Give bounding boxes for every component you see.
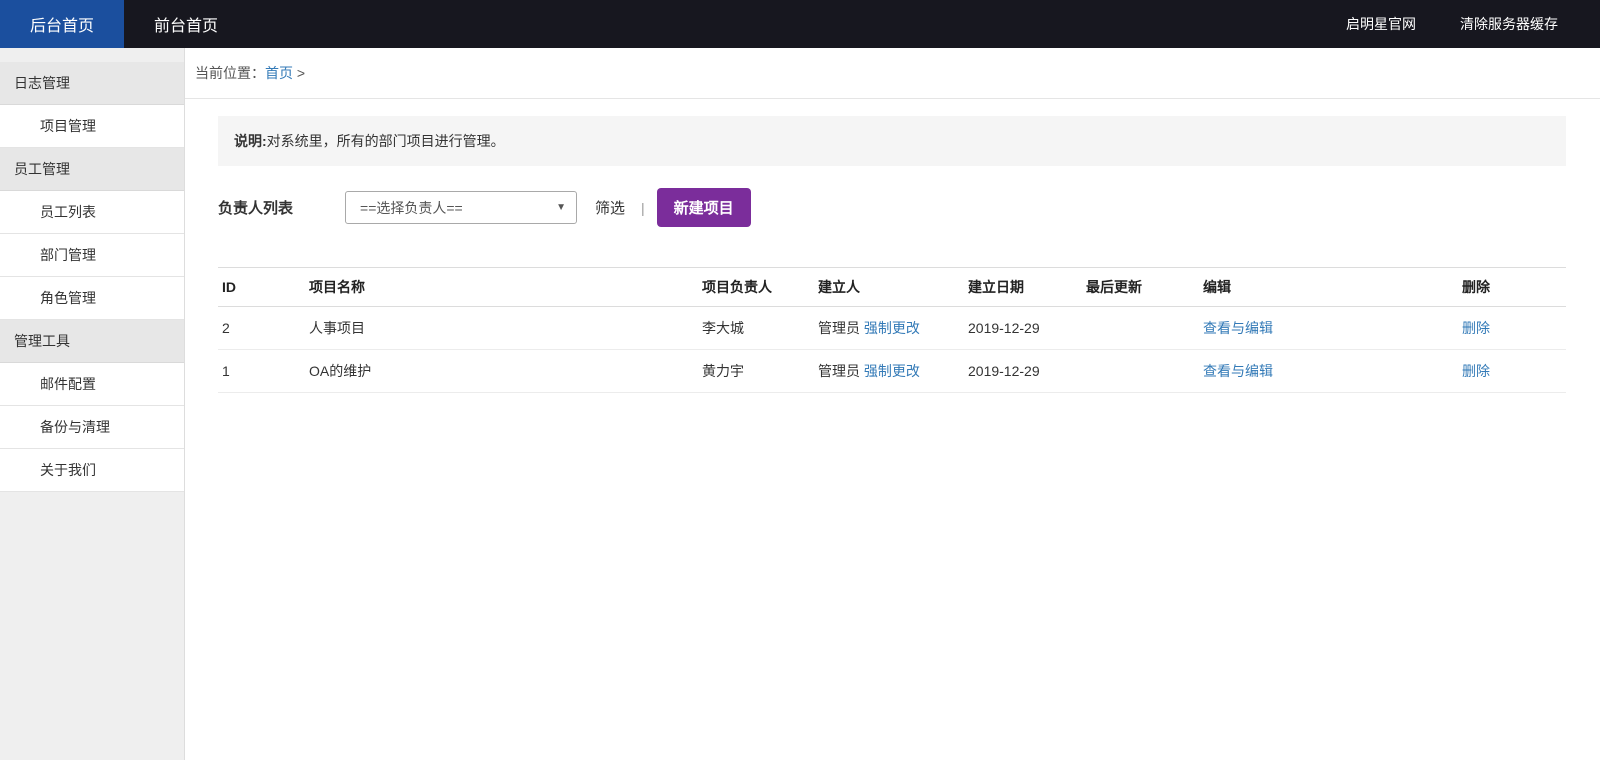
force-change-link[interactable]: 强制更改 <box>864 320 920 336</box>
projects-table: ID 项目名称 项目负责人 建立人 建立日期 最后更新 编辑 删除 2 人事项目… <box>218 267 1566 393</box>
chevron-down-icon: ▼ <box>556 202 567 213</box>
breadcrumb: 当前位置：首页 > <box>185 48 1600 99</box>
cell-edit: 查看与编辑 <box>1199 306 1458 350</box>
content: 说明:对系统里，所有的部门项目进行管理。 负责人列表 ==选择负责人== ▼ 筛… <box>185 116 1600 393</box>
clear-cache-link[interactable]: 清除服务器缓存 <box>1460 14 1558 34</box>
cell-edit: 查看与编辑 <box>1199 349 1458 393</box>
view-edit-link[interactable]: 查看与编辑 <box>1203 363 1273 379</box>
topbar: 后台首页 前台首页 启明星官网 清除服务器缓存 <box>0 0 1600 48</box>
col-header-edit: 编辑 <box>1199 267 1458 307</box>
view-edit-link[interactable]: 查看与编辑 <box>1203 320 1273 336</box>
table-row: 1 OA的维护 黄力宇 管理员 强制更改 2019-12-29 查看与编辑 删除 <box>218 349 1566 393</box>
filter-row: 负责人列表 ==选择负责人== ▼ 筛选 | 新建项目 <box>218 188 1566 227</box>
main-content: 当前位置：首页 > 说明:对系统里，所有的部门项目进行管理。 负责人列表 ==选… <box>185 48 1600 760</box>
cell-delete: 删除 <box>1458 306 1566 350</box>
delete-link[interactable]: 删除 <box>1462 320 1490 336</box>
tab-backend-home[interactable]: 后台首页 <box>0 0 125 48</box>
tab-frontend-home[interactable]: 前台首页 <box>124 0 248 48</box>
owner-select[interactable]: ==选择负责人== ▼ <box>345 191 578 224</box>
creator-text: 管理员 <box>818 320 860 336</box>
cell-last-update <box>1082 306 1199 350</box>
force-change-link[interactable]: 强制更改 <box>864 363 920 379</box>
description-note: 说明:对系统里，所有的部门项目进行管理。 <box>218 116 1566 166</box>
official-site-link[interactable]: 启明星官网 <box>1346 14 1416 34</box>
cell-created-date: 2019-12-29 <box>964 349 1082 393</box>
breadcrumb-home-link[interactable]: 首页 <box>265 65 293 81</box>
sidebar-item-role-management[interactable]: 角色管理 <box>0 277 184 320</box>
sidebar-item-about-us[interactable]: 关于我们 <box>0 449 184 492</box>
owner-list-label: 负责人列表 <box>218 200 294 217</box>
sidebar-group-staff-management: 员工管理 <box>0 148 184 191</box>
col-header-delete: 删除 <box>1458 267 1566 307</box>
col-header-project-name: 项目名称 <box>305 267 698 307</box>
cell-id: 1 <box>218 349 305 393</box>
layout: 日志管理 项目管理 员工管理 员工列表 部门管理 角色管理 管理工具 邮件配置 … <box>0 48 1600 760</box>
cell-last-update <box>1082 349 1199 393</box>
cell-owner: 李大城 <box>698 306 814 350</box>
col-header-last-update: 最后更新 <box>1082 267 1199 307</box>
breadcrumb-arrow: > <box>296 65 306 81</box>
table-row: 2 人事项目 李大城 管理员 强制更改 2019-12-29 查看与编辑 删除 <box>218 306 1566 350</box>
creator-text: 管理员 <box>818 363 860 379</box>
filter-button[interactable]: 筛选 <box>595 197 625 218</box>
sidebar-group-log-management: 日志管理 <box>0 62 184 105</box>
cell-delete: 删除 <box>1458 349 1566 393</box>
divider: | <box>641 199 645 216</box>
cell-owner: 黄力宇 <box>698 349 814 393</box>
new-project-button[interactable]: 新建项目 <box>656 188 751 227</box>
col-header-id: ID <box>218 267 305 307</box>
projects-table-wrap: ID 项目名称 项目负责人 建立人 建立日期 最后更新 编辑 删除 2 人事项目… <box>218 267 1566 393</box>
table-body: 2 人事项目 李大城 管理员 强制更改 2019-12-29 查看与编辑 删除 … <box>218 306 1566 393</box>
breadcrumb-prefix: 当前位置： <box>195 65 265 81</box>
cell-project-name: 人事项目 <box>305 306 698 350</box>
cell-created-date: 2019-12-29 <box>964 306 1082 350</box>
cell-creator: 管理员 强制更改 <box>814 349 964 393</box>
cell-id: 2 <box>218 306 305 350</box>
sidebar-item-staff-list[interactable]: 员工列表 <box>0 191 184 234</box>
owner-select-value: ==选择负责人== <box>360 199 463 216</box>
note-text: 对系统里，所有的部门项目进行管理。 <box>266 133 505 149</box>
topbar-links: 启明星官网 清除服务器缓存 <box>1346 0 1600 48</box>
sidebar-item-project-management[interactable]: 项目管理 <box>0 105 184 148</box>
col-header-creator: 建立人 <box>814 267 964 307</box>
col-header-owner: 项目负责人 <box>698 267 814 307</box>
sidebar-item-backup-cleanup[interactable]: 备份与清理 <box>0 406 184 449</box>
sidebar-item-mail-config[interactable]: 邮件配置 <box>0 363 184 406</box>
cell-project-name: OA的维护 <box>305 349 698 393</box>
cell-creator: 管理员 强制更改 <box>814 306 964 350</box>
sidebar: 日志管理 项目管理 员工管理 员工列表 部门管理 角色管理 管理工具 邮件配置 … <box>0 48 185 760</box>
sidebar-item-department-management[interactable]: 部门管理 <box>0 234 184 277</box>
table-header-row: ID 项目名称 项目负责人 建立人 建立日期 最后更新 编辑 删除 <box>218 267 1566 307</box>
note-label: 说明: <box>234 133 267 149</box>
delete-link[interactable]: 删除 <box>1462 363 1490 379</box>
col-header-created-date: 建立日期 <box>964 267 1082 307</box>
sidebar-group-admin-tools: 管理工具 <box>0 320 184 363</box>
